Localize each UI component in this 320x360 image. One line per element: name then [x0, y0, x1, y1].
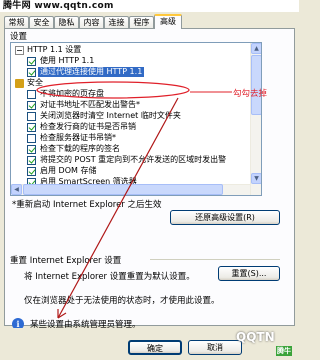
list-item-dom-storage[interactable]: 启用 DOM 存储	[11, 166, 261, 177]
reset-note: 仅在浏览器处于无法使用的状态时，才使用此设置。	[24, 296, 220, 306]
lock-icon	[15, 79, 24, 88]
list-item-use-http11[interactable]: 使用 HTTP 1.1	[11, 56, 261, 67]
tab-content[interactable]: 内容	[79, 16, 104, 28]
horizontal-scrollbar[interactable]: ◀	[11, 184, 250, 195]
tab-security[interactable]: 安全	[29, 16, 54, 28]
checkbox[interactable]	[27, 123, 36, 132]
list-item-empty-temp[interactable]: 关闭浏览器时清空 Internet 临时文件夹	[11, 111, 261, 122]
list-item-no-save-encrypted[interactable]: 不将加密的页存盘	[11, 89, 261, 100]
tab-connections[interactable]: 连接	[104, 16, 129, 28]
cancel-button[interactable]: 取消	[188, 340, 242, 355]
reset-group-label: 重置 Internet Explorer 设置	[10, 256, 122, 266]
checkbox[interactable]	[27, 101, 36, 110]
list-item-server-revocation[interactable]: 检查服务器证书吊销*	[11, 133, 261, 144]
tab-strip: 常规 安全 隐私 内容 连接 程序 高级	[4, 14, 295, 29]
checkbox[interactable]	[27, 156, 36, 165]
ok-button[interactable]: 确定	[128, 340, 182, 355]
tab-programs[interactable]: 程序	[129, 16, 154, 28]
checkbox[interactable]	[27, 167, 36, 176]
checkbox[interactable]	[27, 68, 36, 77]
list-item-post-redirect[interactable]: 将提交的 POST 重定向到不允许发送的区域时发出警	[11, 155, 261, 166]
watermark-brand: QQTN	[236, 330, 275, 344]
scroll-thumb[interactable]	[251, 55, 261, 115]
list-item-security-group: 安全	[11, 78, 261, 89]
checkbox[interactable]	[27, 90, 36, 99]
tab-advanced[interactable]: 高级	[154, 14, 182, 29]
checkbox[interactable]	[27, 112, 36, 121]
list-item-cert-mismatch[interactable]: 对证书地址不匹配发出警告*	[11, 100, 261, 111]
list-item-check-signature[interactable]: 检查下载的程序的签名	[11, 144, 261, 155]
reset-description: 将 Internet Explorer 设置重置为默认设置。	[24, 272, 195, 282]
checkbox[interactable]	[27, 57, 36, 66]
site-banner: 腾牛网 www.qqtn.com	[0, 0, 299, 12]
annotation-label: 勾勾去掉	[233, 89, 268, 99]
watermark-sub: 腾牛	[276, 346, 292, 356]
tab-privacy[interactable]: 隐私	[54, 16, 79, 28]
vertical-scrollbar[interactable]: ▲ ▼	[250, 43, 261, 195]
restore-advanced-button[interactable]: 还原高级设置(R)	[170, 210, 280, 225]
folder-icon	[15, 46, 24, 55]
banner-text: 腾牛网 www.qqtn.com	[3, 1, 114, 11]
tab-general[interactable]: 常规	[4, 16, 29, 28]
checkbox[interactable]	[27, 145, 36, 154]
list-item-publisher-revocation[interactable]: 检查发行商的证书是否吊销	[11, 122, 261, 133]
reset-button[interactable]: 重置(S)...	[218, 266, 280, 281]
list-item-http11-group: HTTP 1.1 设置	[11, 45, 261, 56]
settings-list[interactable]: HTTP 1.1 设置 使用 HTTP 1.1 通过代理连接使用 HTTP 1.…	[10, 42, 262, 196]
settings-label: 设置	[10, 32, 28, 42]
checkbox[interactable]	[27, 134, 36, 143]
scroll-up-icon[interactable]: ▲	[251, 43, 261, 54]
group-divider	[150, 259, 280, 260]
h-scroll-thumb[interactable]	[23, 184, 223, 195]
list-item-proxy-http11[interactable]: 通过代理连接使用 HTTP 1.1	[11, 67, 261, 78]
scroll-left-icon[interactable]: ◀	[11, 184, 22, 195]
scroll-down-icon[interactable]: ▼	[251, 173, 261, 184]
restart-note: *重新启动 Internet Explorer 之后生效	[12, 200, 162, 210]
